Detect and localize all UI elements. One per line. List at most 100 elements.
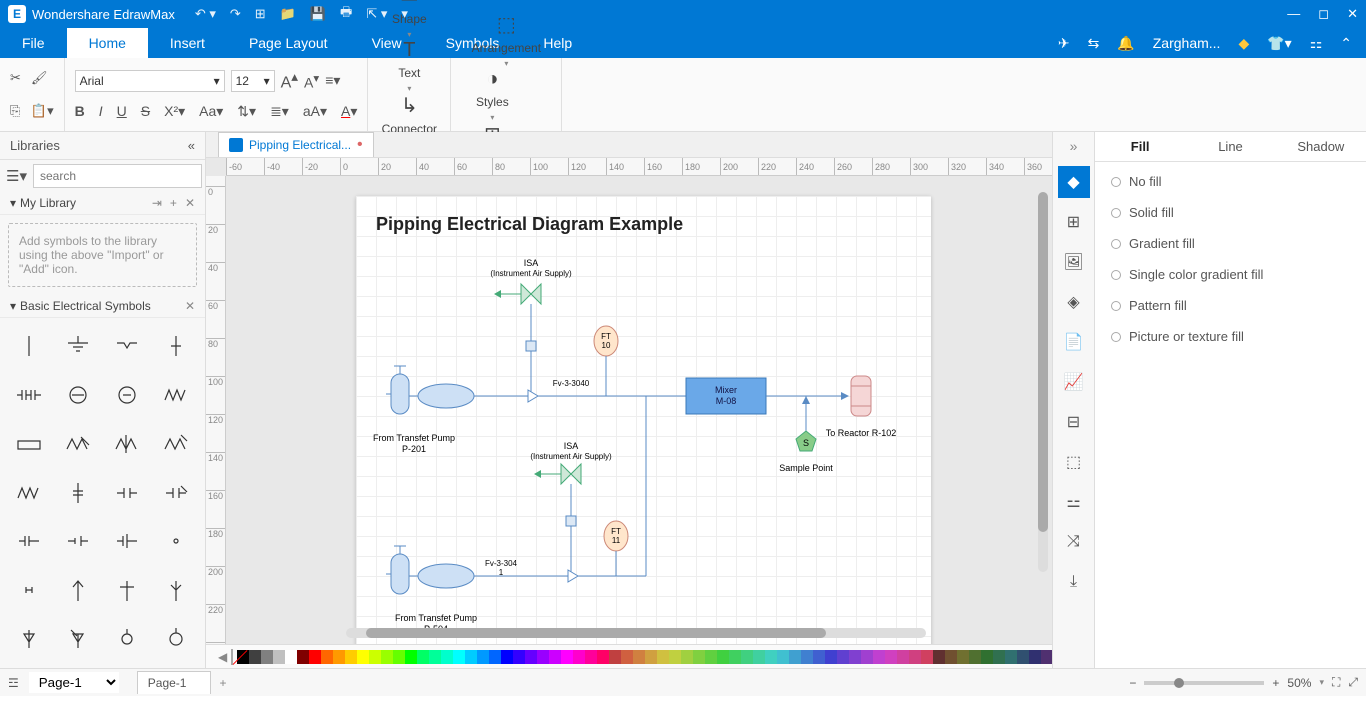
shirt-icon[interactable]: 👕▾: [1267, 35, 1291, 52]
maximize-icon[interactable]: ◻: [1318, 6, 1329, 22]
strike-icon[interactable]: S: [141, 103, 150, 119]
color-swatch[interactable]: [681, 650, 693, 664]
symbol-item[interactable]: [103, 517, 152, 565]
menu-tab-insert[interactable]: Insert: [148, 28, 227, 58]
fill-tool-icon[interactable]: ◆: [1058, 166, 1090, 198]
color-swatch[interactable]: [417, 650, 429, 664]
zoom-in-icon[interactable]: +: [1272, 676, 1279, 690]
org-tool-icon[interactable]: ⬚: [1058, 446, 1090, 478]
color-swatch[interactable]: [525, 650, 537, 664]
no-color-swatch[interactable]: [231, 649, 233, 665]
color-swatch[interactable]: [333, 650, 345, 664]
color-swatch[interactable]: [465, 650, 477, 664]
color-swatch[interactable]: [1017, 650, 1029, 664]
expand-props-icon[interactable]: »: [1070, 138, 1078, 154]
crown-icon[interactable]: ◆: [1238, 35, 1249, 52]
props-tab-fill[interactable]: Fill: [1095, 132, 1185, 161]
vertical-scrollbar[interactable]: [1038, 192, 1048, 572]
symbol-item[interactable]: [53, 371, 102, 419]
color-swatch[interactable]: [249, 650, 261, 664]
symbol-item[interactable]: [4, 517, 53, 565]
add-page-icon[interactable]: +: [219, 676, 226, 690]
color-swatch[interactable]: [813, 650, 825, 664]
collapse-libraries-icon[interactable]: «: [188, 138, 195, 153]
bullets-icon[interactable]: ≣▾: [270, 103, 289, 120]
close-section-icon[interactable]: ✕: [185, 299, 195, 313]
color-swatch[interactable]: [621, 650, 633, 664]
color-swatch[interactable]: [933, 650, 945, 664]
fill-option[interactable]: Pattern fill: [1111, 298, 1350, 313]
table-tool-icon[interactable]: ⊟: [1058, 406, 1090, 438]
canvas-scroll[interactable]: Pipping Electrical Diagram Example ISA (…: [226, 176, 1052, 668]
color-swatch[interactable]: [1005, 650, 1017, 664]
color-swatch[interactable]: [717, 650, 729, 664]
color-swatch[interactable]: [885, 650, 897, 664]
page-tab[interactable]: Page-1: [137, 671, 212, 694]
menu-tab-home[interactable]: Home: [67, 28, 148, 58]
outline-view-icon[interactable]: ☲: [8, 676, 19, 690]
color-swatch[interactable]: [1041, 650, 1052, 664]
color-swatch[interactable]: [513, 650, 525, 664]
color-swatch[interactable]: [633, 650, 645, 664]
redo-icon[interactable]: ↷: [230, 6, 241, 22]
page[interactable]: Pipping Electrical Diagram Example ISA (…: [356, 196, 931, 668]
page-tool-icon[interactable]: 📄: [1058, 326, 1090, 358]
color-swatch[interactable]: [801, 650, 813, 664]
color-swatch[interactable]: [957, 650, 969, 664]
color-swatch[interactable]: [765, 650, 777, 664]
styles-button[interactable]: ◑Styles▾: [461, 68, 523, 122]
symbol-item[interactable]: [152, 469, 201, 517]
font-size-input[interactable]: 12▾: [231, 70, 275, 92]
underline-icon[interactable]: U: [117, 103, 127, 119]
props-tab-shadow[interactable]: Shadow: [1276, 132, 1366, 161]
add-icon[interactable]: +: [170, 196, 177, 210]
symbol-item[interactable]: [152, 566, 201, 614]
color-swatch[interactable]: [753, 650, 765, 664]
symbol-item[interactable]: [152, 322, 201, 370]
color-swatch[interactable]: [261, 650, 273, 664]
color-swatch[interactable]: [921, 650, 933, 664]
close-icon[interactable]: ✕: [1347, 6, 1358, 22]
symbol-item[interactable]: [53, 322, 102, 370]
image-tool-icon[interactable]: 🖼: [1058, 246, 1090, 278]
color-swatch[interactable]: [537, 650, 549, 664]
props-tab-line[interactable]: Line: [1185, 132, 1275, 161]
symbol-item[interactable]: [152, 371, 201, 419]
fill-option[interactable]: No fill: [1111, 174, 1350, 189]
fill-option[interactable]: Solid fill: [1111, 205, 1350, 220]
text-button[interactable]: TText▾: [378, 39, 440, 93]
color-swatch[interactable]: [693, 650, 705, 664]
color-swatch[interactable]: [861, 650, 873, 664]
symbol-item[interactable]: [53, 469, 102, 517]
close-lib-icon[interactable]: ✕: [185, 196, 195, 210]
color-swatch[interactable]: [369, 650, 381, 664]
share-icon[interactable]: ⇆: [1088, 35, 1100, 52]
zoom-value[interactable]: 50%: [1287, 676, 1311, 690]
color-swatch[interactable]: [849, 650, 861, 664]
chart-tool-icon[interactable]: 📈: [1058, 366, 1090, 398]
copy-icon[interactable]: ⎘: [10, 103, 21, 119]
symbol-item[interactable]: [4, 322, 53, 370]
format-painter-icon[interactable]: 🖌: [31, 70, 54, 86]
color-swatch[interactable]: [729, 650, 741, 664]
symbol-item[interactable]: [152, 517, 201, 565]
fill-option[interactable]: Single color gradient fill: [1111, 267, 1350, 282]
color-swatch[interactable]: [873, 650, 885, 664]
fit-page-icon[interactable]: ⛶: [1332, 675, 1340, 690]
color-swatch[interactable]: [945, 650, 957, 664]
font-color-icon[interactable]: A▾: [341, 103, 357, 120]
color-swatch[interactable]: [477, 650, 489, 664]
color-swatch[interactable]: [669, 650, 681, 664]
case-icon[interactable]: Aa▾: [199, 103, 223, 120]
color-swatch[interactable]: [453, 650, 465, 664]
symbol-item[interactable]: [53, 615, 102, 663]
library-menu-icon[interactable]: ☰▾: [6, 167, 27, 185]
color-swatch[interactable]: [573, 650, 585, 664]
spacing-icon[interactable]: ⇅▾: [237, 103, 256, 120]
color-swatch[interactable]: [741, 650, 753, 664]
zoom-slider[interactable]: [1144, 681, 1264, 685]
bell-icon[interactable]: 🔔: [1117, 35, 1134, 52]
color-swatch[interactable]: [357, 650, 369, 664]
print-icon[interactable]: 🖶: [340, 3, 352, 25]
color-swatch[interactable]: [969, 650, 981, 664]
